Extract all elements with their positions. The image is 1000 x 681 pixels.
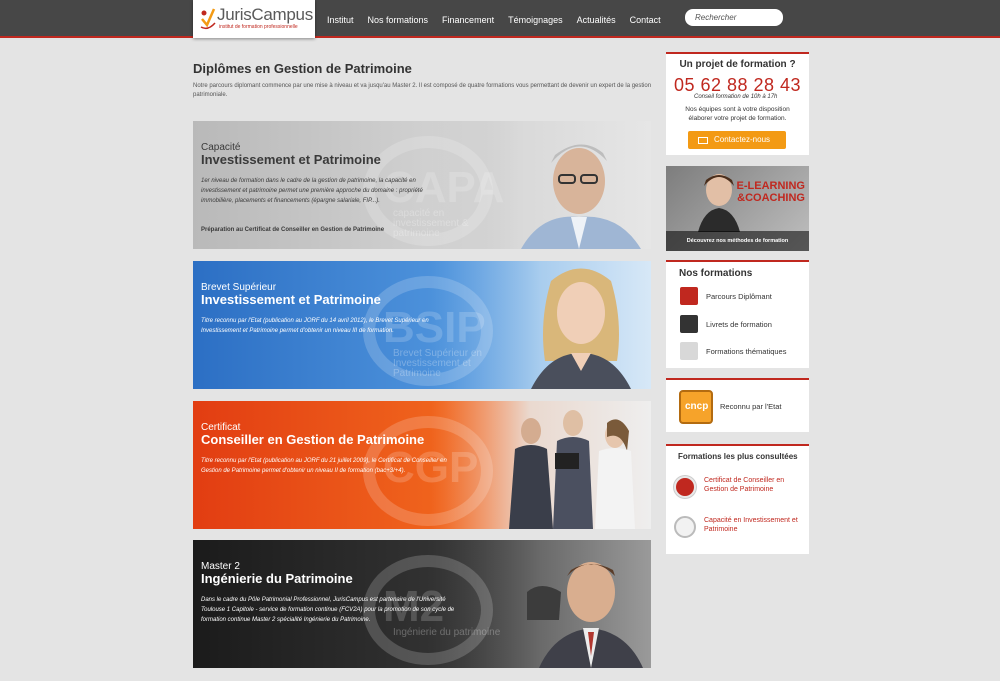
nos-formations-box: Nos formations Parcours Diplômant Livret… (666, 260, 809, 368)
formation-item-thematiques[interactable]: Formations thématiques (680, 342, 786, 360)
nav-actualites[interactable]: Actualités (570, 0, 623, 38)
formation-item-label: Parcours Diplômant (706, 291, 772, 301)
most-viewed-item-cgp[interactable]: Certificat de Conseiller en Gestion de P… (674, 476, 804, 498)
diploma-icon (680, 287, 698, 305)
most-viewed-link[interactable]: Certificat de Conseiller en Gestion de P… (704, 476, 804, 494)
formation-item-livrets[interactable]: Livrets de formation (680, 315, 772, 333)
nav-financement[interactable]: Financement (435, 0, 501, 38)
banner-title[interactable]: Conseiller en Gestion de Patrimoine (201, 432, 424, 447)
elearning-title: E-LEARNING (736, 180, 805, 192)
cncp-badge-icon: cncp (679, 390, 713, 424)
banner-title[interactable]: Ingénierie du Patrimoine (201, 571, 353, 586)
banner-title[interactable]: Investissement et Patrimoine (201, 152, 381, 167)
logo-swoosh-icon (200, 8, 216, 30)
booklet-icon (680, 315, 698, 333)
banner-title[interactable]: Investissement et Patrimoine (201, 292, 381, 307)
contact-button-label: Contactez-nous (713, 135, 771, 144)
banner-extra-note: Préparation au Certificat de Conseiller … (201, 227, 385, 233)
page-title: Diplômes en Gestion de Patrimoine (193, 61, 412, 76)
headset-woman-icon (698, 174, 740, 232)
phone-hours: Conseil formation de 10h à 17h (694, 94, 778, 100)
elearning-banner[interactable]: E-LEARNING &COACHING Découvrez nos métho… (666, 166, 809, 251)
formation-item-label: Livrets de formation (706, 319, 772, 329)
banner-bsip[interactable]: BSIP Brevet Supérieur en Investissement … (193, 261, 651, 389)
nav-nos-formations[interactable]: Nos formations (361, 0, 436, 38)
banner-description: Titre reconnu par l'Etat (publication au… (201, 458, 447, 474)
formation-item-label: Formations thématiques (706, 346, 787, 356)
banner-description: Titre reconnu par l'Etat (publication au… (201, 318, 429, 334)
banner-capacite[interactable]: CAPA capacité en investissement & patrim… (193, 121, 651, 249)
banner-cgp[interactable]: CGP Certificat Conseiller en Gestion de … (193, 401, 651, 529)
logo-tagline: institut de formation professionnelle (219, 24, 298, 30)
thematic-icon (680, 342, 698, 360)
most-viewed-box: Formations les plus consultées Certifica… (666, 444, 809, 554)
cncp-label: Reconnu par l'Etat (720, 402, 782, 411)
cncp-box[interactable]: cncp Reconnu par l'Etat (666, 378, 809, 432)
phone-number[interactable]: 05 62 88 28 43 (666, 75, 809, 96)
banner-description: Dans le cadre du Pôle Patrimonial Profes… (201, 597, 455, 623)
nav-contact[interactable]: Contact (623, 0, 668, 38)
page-intro: Notre parcours diplomant commence par un… (193, 83, 652, 98)
project-text: Nos équipes sont à votre disposition éla… (685, 106, 790, 122)
project-contact-box: Un projet de formation ? 05 62 88 28 43 … (666, 52, 809, 155)
search-input[interactable] (685, 9, 783, 26)
banner-ghost-subtitle: capacité en investissement & patrimoine (393, 208, 469, 239)
formation-item-parcours[interactable]: Parcours Diplômant (680, 287, 772, 305)
cgp-badge-icon (674, 476, 696, 498)
nav-institut[interactable]: Institut (320, 0, 361, 38)
elearning-caption: Découvrez nos méthodes de formation (666, 231, 809, 251)
banner-master2[interactable]: M2 Ingénierie du patrimoine Master 2 Ing… (193, 540, 651, 668)
project-title: Un projet de formation ? (679, 59, 796, 70)
site-logo[interactable]: JurisCampus institut de formation profes… (193, 0, 315, 38)
formations-title: Nos formations (679, 268, 753, 279)
banner-ghost-subtitle: Ingénierie du patrimoine (393, 627, 501, 638)
main-nav: Institut Nos formations Financement Témo… (320, 0, 668, 38)
banner-description: 1er niveau de formation dans le cadre de… (201, 178, 423, 204)
cncp-badge-text: cncp (685, 401, 709, 412)
coaching-title: &COACHING (737, 192, 805, 204)
logo-brand-text: JurisCampus (217, 5, 313, 24)
envelope-icon (698, 137, 708, 144)
most-viewed-item-capa[interactable]: Capacité en Investissement et Patrimoine (674, 516, 804, 538)
capa-badge-icon (674, 516, 696, 538)
contact-button[interactable]: Contactez-nous (688, 131, 786, 149)
most-viewed-title: Formations les plus consultées (678, 452, 798, 461)
top-navigation-bar: JurisCampus institut de formation profes… (0, 0, 1000, 38)
nav-temoignages[interactable]: Témoignages (501, 0, 570, 38)
most-viewed-link[interactable]: Capacité en Investissement et Patrimoine (704, 516, 804, 534)
banner-ghost-subtitle: Brevet Supérieur en Investissement et Pa… (393, 348, 482, 379)
